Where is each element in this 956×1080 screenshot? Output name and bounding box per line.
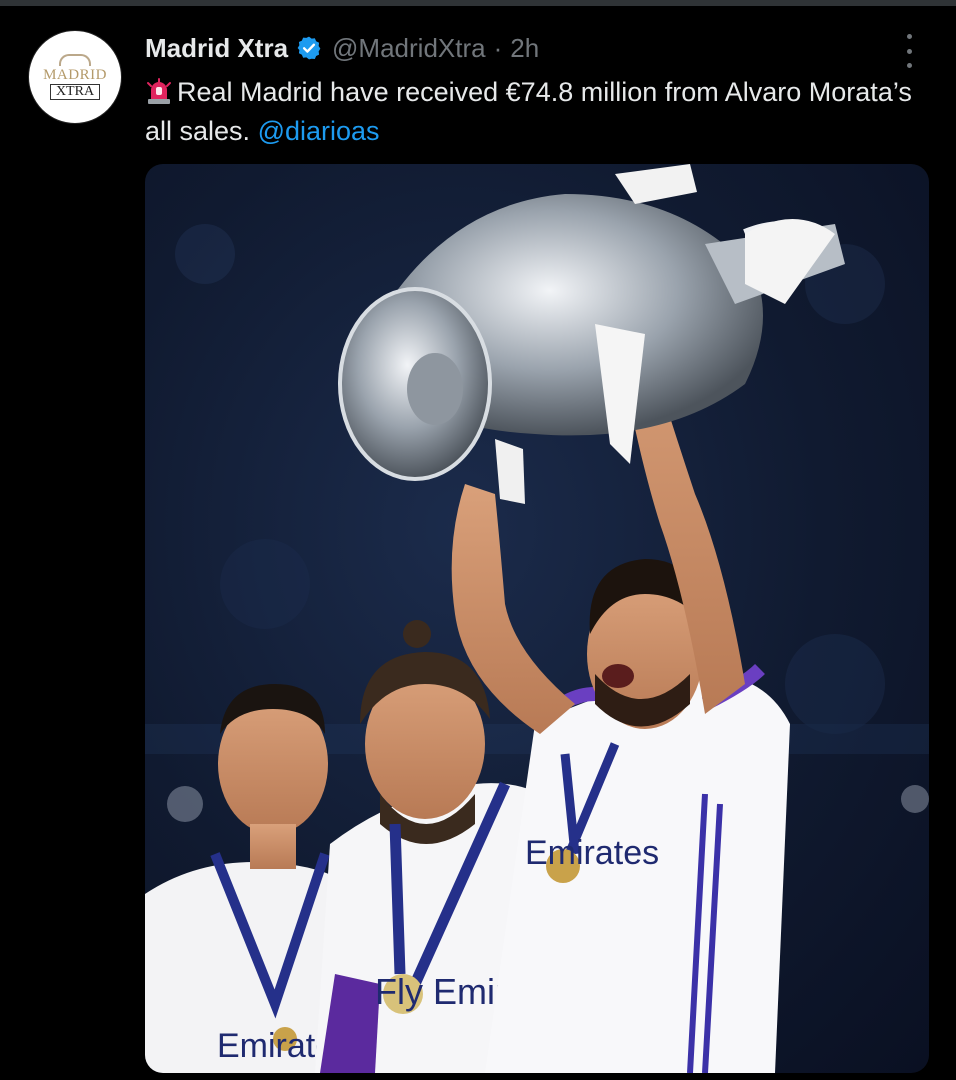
timestamp[interactable]: 2h: [510, 33, 539, 64]
police-siren-icon: [147, 78, 171, 104]
tweet-header: Madrid Xtra @MadridXtra · 2h: [145, 31, 539, 65]
author-handle[interactable]: @MadridXtra: [332, 33, 486, 64]
more-options-icon[interactable]: [896, 34, 922, 68]
avatar-logo-text-2: XTRA: [49, 84, 101, 100]
mention-link[interactable]: @diarioas: [258, 116, 380, 146]
author-name[interactable]: Madrid Xtra: [145, 33, 288, 64]
separator-dot: ·: [493, 32, 503, 63]
avatar-logo-text-1: MADRID: [43, 67, 107, 83]
trophy: [338, 164, 845, 504]
crown-icon: [59, 54, 91, 66]
tweet-text: Real Madrid have received €74.8 million …: [145, 73, 925, 151]
avatar[interactable]: MADRID XTRA: [28, 30, 122, 124]
top-divider: [0, 0, 956, 6]
photo-illustration: Emirates Fly Emirates Emirates: [145, 164, 929, 1073]
tweet-photo[interactable]: Emirates Fly Emirates Emirates: [145, 164, 929, 1073]
shirt-text-right: Emirates: [525, 834, 659, 872]
verified-badge-icon: [297, 36, 321, 60]
